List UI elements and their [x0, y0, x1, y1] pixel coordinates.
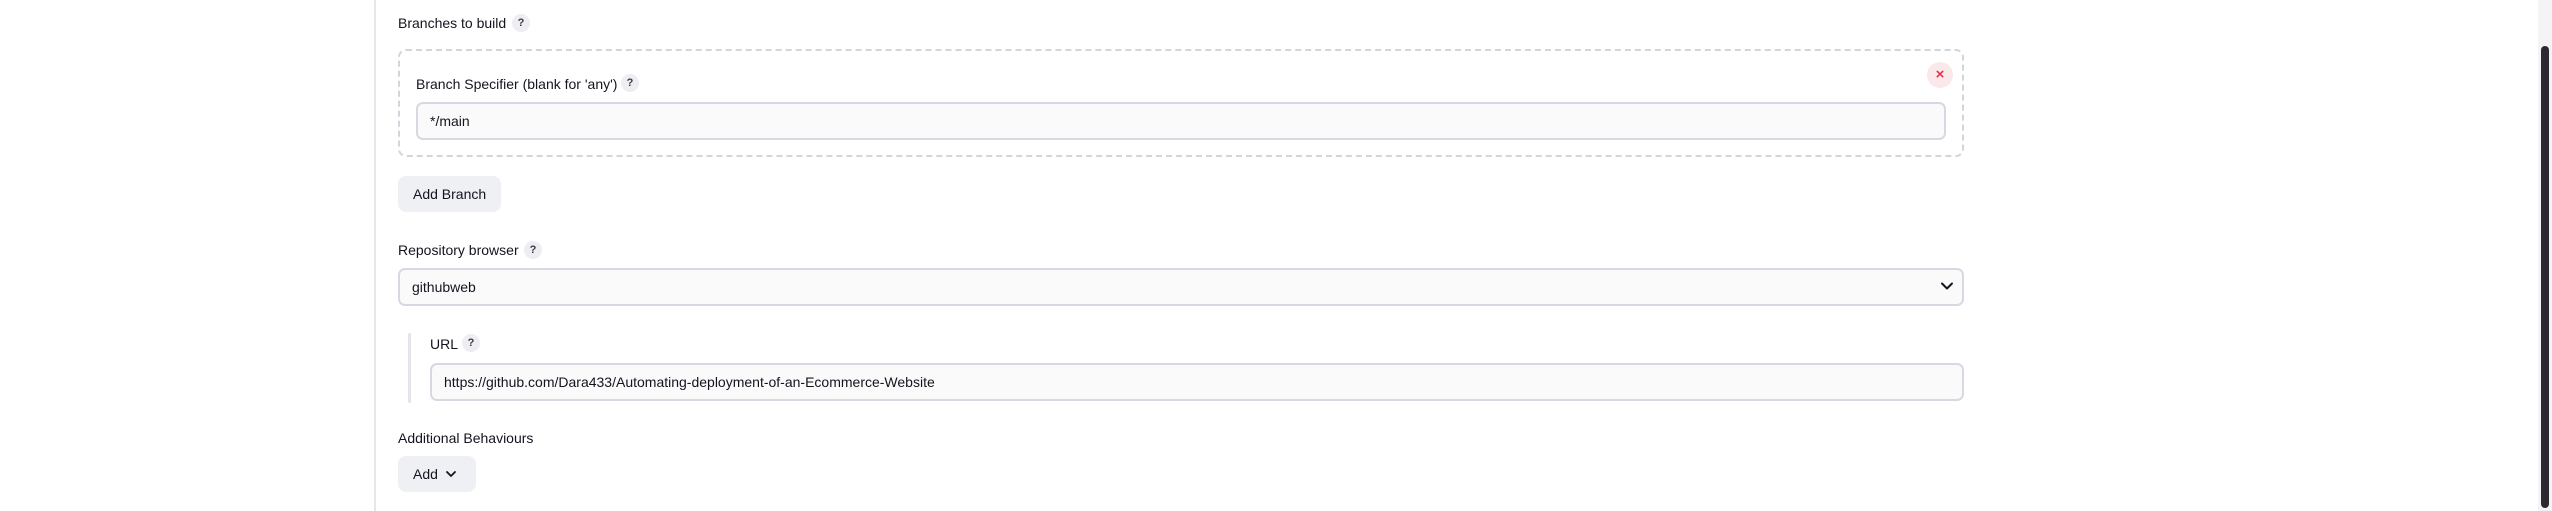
branches-to-build-label: Branches to build [398, 15, 507, 31]
content-left-border [374, 0, 376, 511]
repository-url-input[interactable] [430, 363, 1964, 401]
repository-browser-selected-value: githubweb [412, 279, 476, 295]
add-branch-button[interactable]: Add Branch [398, 176, 502, 212]
branches-help-icon[interactable]: ? [512, 14, 530, 32]
add-behaviour-button-label: Add [413, 466, 438, 482]
additional-behaviours-label: Additional Behaviours [398, 430, 534, 446]
scrollbar-thumb[interactable] [2541, 46, 2549, 508]
add-behaviour-button[interactable]: Add [398, 456, 476, 492]
branch-specifier-input[interactable] [416, 102, 1946, 140]
repository-browser-select[interactable]: githubweb [398, 268, 1964, 306]
remove-branch-close-icon[interactable]: × [1927, 62, 1953, 88]
branch-specifier-help-icon[interactable]: ? [621, 74, 639, 92]
url-help-icon[interactable]: ? [462, 334, 480, 352]
url-label: URL [430, 336, 459, 352]
repository-browser-label: Repository browser [398, 242, 519, 258]
chevron-down-icon [1941, 282, 1953, 290]
page-scrollbar[interactable] [2538, 0, 2552, 511]
add-chevron-down-icon [446, 471, 456, 477]
repository-browser-help-icon[interactable]: ? [524, 241, 542, 259]
nested-section-indicator [408, 333, 411, 403]
branch-specifier-label: Branch Specifier (blank for 'any') [416, 76, 618, 92]
